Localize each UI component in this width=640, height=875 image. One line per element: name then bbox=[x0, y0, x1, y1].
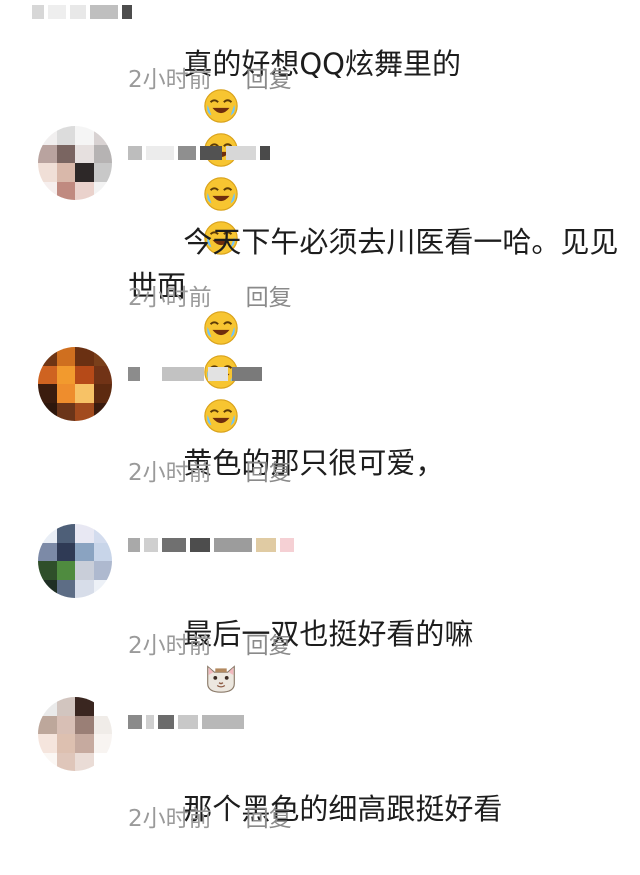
timestamp: 2小时前 bbox=[128, 460, 212, 486]
comment-item: 今天下午必须去川医看一哈。见见世面 2小时前 回复 bbox=[0, 118, 640, 433]
comment-meta: 2小时前 回复 bbox=[128, 799, 292, 833]
reply-button[interactable]: 回复 bbox=[246, 626, 292, 660]
laugh-cry-emoji-icon bbox=[204, 311, 238, 345]
comment-item: 最后一双也挺好看的嘛 2小时前 回复 bbox=[0, 518, 640, 693]
comment-feed: 真的好想QQ炫舞里的 2小时前 回复 今天下午必须去川医看一哈。见见世面 2小时… bbox=[0, 0, 640, 844]
timestamp: 2小时前 bbox=[128, 806, 212, 832]
reply-button[interactable]: 回复 bbox=[246, 799, 292, 833]
username-blurred bbox=[32, 2, 132, 22]
username-blurred bbox=[128, 363, 262, 385]
reply-button[interactable]: 回复 bbox=[246, 453, 292, 487]
comment-item: 那个黑色的细高跟挺好看 2小时前 回复 bbox=[0, 695, 640, 844]
avatar[interactable] bbox=[38, 126, 112, 200]
avatar[interactable] bbox=[38, 697, 112, 771]
reply-button[interactable]: 回复 bbox=[246, 60, 292, 94]
comment-meta: 2小时前 回复 bbox=[128, 626, 292, 660]
username-blurred bbox=[128, 711, 244, 733]
avatar[interactable] bbox=[38, 347, 112, 421]
username-blurred bbox=[128, 142, 270, 164]
avatar[interactable] bbox=[38, 524, 112, 598]
comment-meta: 2小时前 回复 bbox=[128, 278, 292, 312]
timestamp: 2小时前 bbox=[128, 67, 212, 93]
timestamp: 2小时前 bbox=[128, 285, 212, 311]
reply-button[interactable]: 回复 bbox=[246, 278, 292, 312]
comment-item: 真的好想QQ炫舞里的 2小时前 回复 bbox=[0, 0, 640, 255]
username-blurred bbox=[128, 534, 294, 556]
timestamp: 2小时前 bbox=[128, 633, 212, 659]
cat-face-emoji-icon bbox=[206, 665, 235, 693]
comment-item: 黄色的那只很可爱， 2小时前 回复 bbox=[0, 345, 640, 495]
comment-meta: 2小时前 回复 bbox=[128, 453, 292, 487]
comment-meta: 2小时前 回复 bbox=[128, 60, 292, 94]
